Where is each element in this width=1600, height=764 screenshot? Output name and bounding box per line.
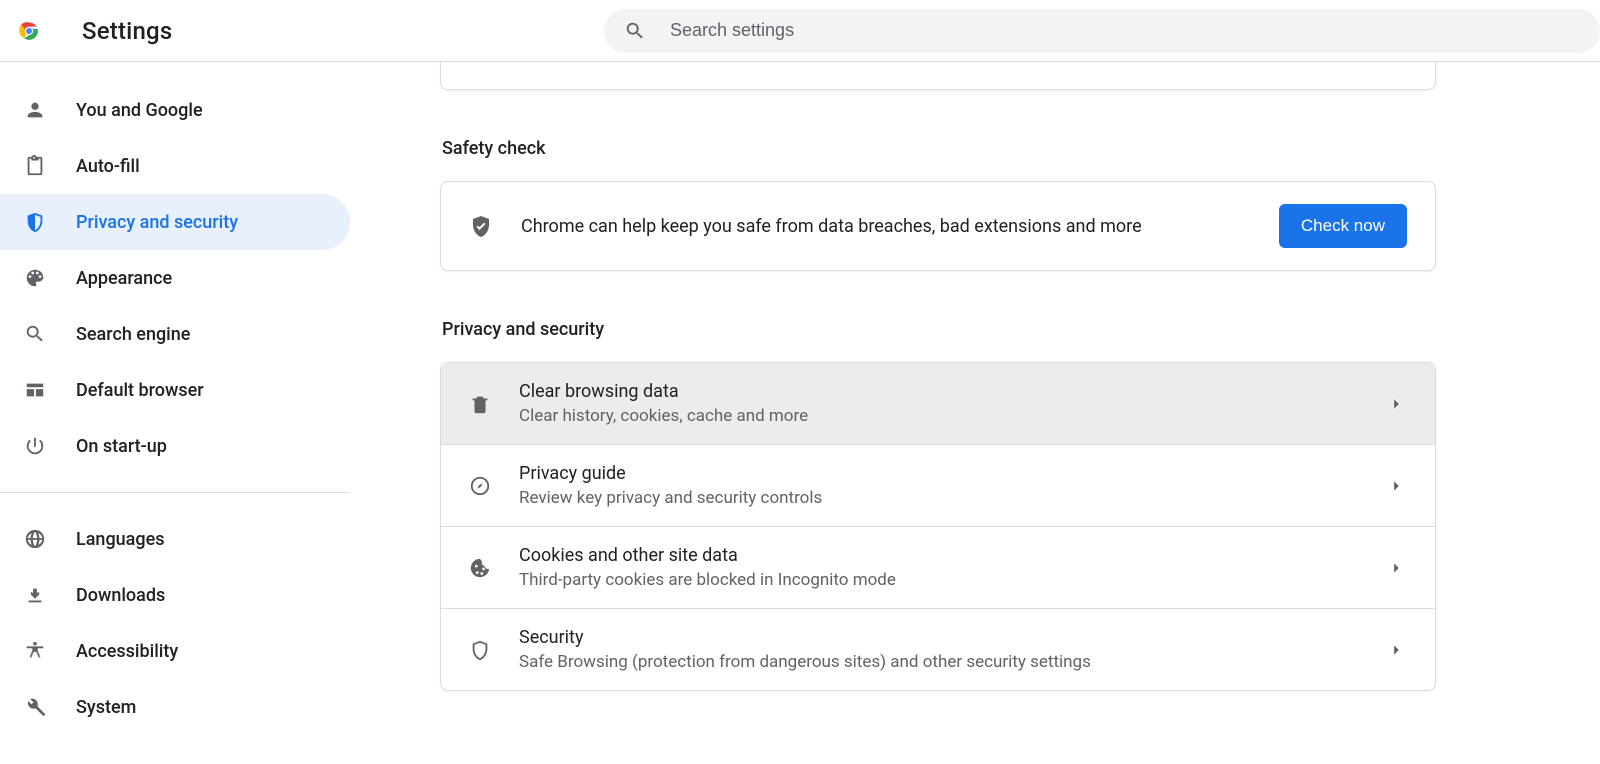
row-subtitle: Review key privacy and security controls	[519, 488, 1385, 508]
page-title: Settings	[82, 17, 172, 45]
chevron-right-icon	[1385, 475, 1407, 497]
row-text: Privacy guide Review key privacy and secu…	[519, 463, 1385, 508]
row-title: Clear browsing data	[519, 381, 1385, 402]
shield-outline-icon	[469, 639, 491, 661]
shield-check-icon	[469, 214, 493, 238]
sidebar-item-label: Downloads	[76, 585, 165, 606]
row-title: Security	[519, 627, 1385, 648]
safety-check-card: Chrome can help keep you safe from data …	[440, 181, 1436, 271]
search-input[interactable]	[668, 19, 1580, 42]
card-sliver	[440, 62, 1436, 90]
sidebar-item-privacy-and-security[interactable]: Privacy and security	[0, 194, 350, 250]
privacy-card: Clear browsing data Clear history, cookie…	[440, 362, 1436, 691]
row-subtitle: Third-party cookies are blocked in Incog…	[519, 570, 1385, 590]
row-title: Privacy guide	[519, 463, 1385, 484]
main-content: Safety check Chrome can help keep you sa…	[350, 62, 1600, 764]
power-icon	[24, 435, 46, 457]
row-text: Cookies and other site data Third-party c…	[519, 545, 1385, 590]
chevron-right-icon	[1385, 639, 1407, 661]
sidebar-item-label: Default browser	[76, 380, 204, 401]
sidebar-item-search-engine[interactable]: Search engine	[0, 306, 350, 362]
sidebar-item-default-browser[interactable]: Default browser	[0, 362, 350, 418]
sidebar-item-accessibility[interactable]: Accessibility	[0, 623, 350, 679]
sidebar-item-label: System	[76, 697, 136, 718]
row-title: Cookies and other site data	[519, 545, 1385, 566]
sidebar-item-appearance[interactable]: Appearance	[0, 250, 350, 306]
privacy-row-security[interactable]: Security Safe Browsing (protection from d…	[441, 609, 1435, 690]
header: Settings	[0, 0, 1600, 62]
safety-check-message: Chrome can help keep you safe from data …	[521, 216, 1279, 237]
sidebar-item-auto-fill[interactable]: Auto-fill	[0, 138, 350, 194]
privacy-row-privacy-guide[interactable]: Privacy guide Review key privacy and secu…	[441, 445, 1435, 527]
palette-icon	[24, 267, 46, 289]
sidebar-separator	[0, 492, 348, 493]
sidebar: You and Google Auto-fill Privacy and secur…	[0, 62, 350, 764]
privacy-row-clear-browsing-data[interactable]: Clear browsing data Clear history, cookie…	[441, 363, 1435, 445]
clipboard-icon	[24, 155, 46, 177]
compass-icon	[469, 475, 491, 497]
wrench-icon	[24, 696, 46, 718]
chrome-logo-icon	[16, 18, 42, 44]
browser-icon	[24, 379, 46, 401]
search-settings[interactable]	[604, 9, 1600, 53]
sidebar-item-on-start-up[interactable]: On start-up	[0, 418, 350, 474]
sidebar-item-label: Appearance	[76, 268, 172, 289]
sidebar-item-system[interactable]: System	[0, 679, 350, 735]
sidebar-item-languages[interactable]: Languages	[0, 511, 350, 567]
trash-icon	[469, 393, 491, 415]
sidebar-item-label: Accessibility	[76, 641, 178, 662]
row-text: Clear browsing data Clear history, cookie…	[519, 381, 1385, 426]
sidebar-item-downloads[interactable]: Downloads	[0, 567, 350, 623]
privacy-row-cookies[interactable]: Cookies and other site data Third-party c…	[441, 527, 1435, 609]
row-subtitle: Safe Browsing (protection from dangerous…	[519, 652, 1385, 672]
sidebar-item-label: Search engine	[76, 324, 190, 345]
cookie-icon	[469, 557, 491, 579]
download-icon	[24, 584, 46, 606]
sidebar-item-you-and-google[interactable]: You and Google	[0, 82, 350, 138]
section-title-safety-check: Safety check	[442, 138, 1436, 159]
search-icon	[624, 20, 646, 42]
sidebar-item-label: Auto-fill	[76, 156, 140, 177]
accessibility-icon	[24, 640, 46, 662]
sidebar-item-label: On start-up	[76, 436, 167, 457]
section-title-privacy: Privacy and security	[442, 319, 1436, 340]
globe-icon	[24, 528, 46, 550]
chevron-right-icon	[1385, 557, 1407, 579]
sidebar-item-label: Privacy and security	[76, 212, 238, 233]
sidebar-item-label: You and Google	[76, 100, 203, 121]
chevron-right-icon	[1385, 393, 1407, 415]
sidebar-item-label: Languages	[76, 529, 164, 550]
check-now-button[interactable]: Check now	[1279, 204, 1407, 248]
search-icon	[24, 323, 46, 345]
row-text: Security Safe Browsing (protection from d…	[519, 627, 1385, 672]
person-icon	[24, 99, 46, 121]
row-subtitle: Clear history, cookies, cache and more	[519, 406, 1385, 426]
shield-half-icon	[24, 211, 46, 233]
